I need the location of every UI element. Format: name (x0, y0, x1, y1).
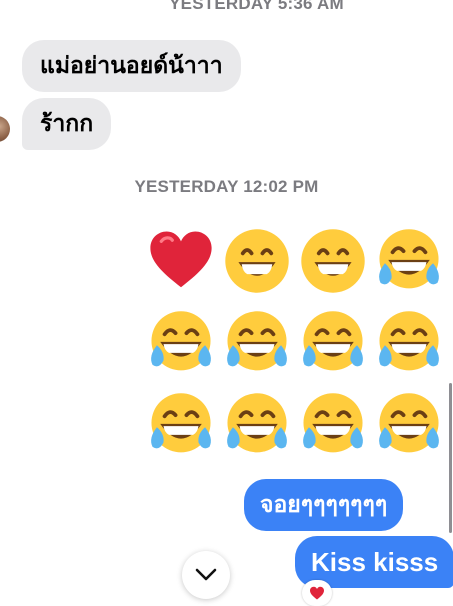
timestamp: YESTERDAY 5:36 AM (169, 0, 344, 13)
grinning-face-icon (225, 229, 289, 293)
incoming-message[interactable]: ร้ากก (22, 98, 112, 150)
tears-of-joy-face-icon (151, 311, 211, 371)
outgoing-message[interactable]: จอยๆๆๆๆๆๆๆ (244, 479, 404, 531)
timestamp: YESTERDAY 12:02 PM (134, 177, 319, 196)
avatar[interactable] (0, 116, 10, 142)
tears-of-joy-face-icon (227, 311, 287, 371)
tears-of-joy-face-icon (379, 229, 439, 289)
tears-of-joy-face-icon (379, 393, 439, 453)
tears-of-joy-face-icon (379, 311, 439, 371)
heart-icon (150, 231, 212, 288)
incoming-message[interactable]: แม่อย่านอยด์น้าาา (22, 40, 241, 92)
scrollbar[interactable] (449, 383, 452, 533)
tears-of-joy-face-icon (151, 393, 211, 453)
tears-of-joy-face-icon (227, 393, 287, 453)
reaction-badge[interactable] (302, 580, 332, 606)
tears-of-joy-face-icon (303, 393, 363, 453)
emoji-message[interactable] (146, 226, 446, 472)
grinning-face-icon (301, 229, 365, 293)
scroll-to-bottom-button[interactable] (182, 551, 230, 599)
heart-icon (310, 586, 324, 600)
chevron-down-icon (195, 568, 217, 581)
tears-of-joy-face-icon (303, 311, 363, 371)
